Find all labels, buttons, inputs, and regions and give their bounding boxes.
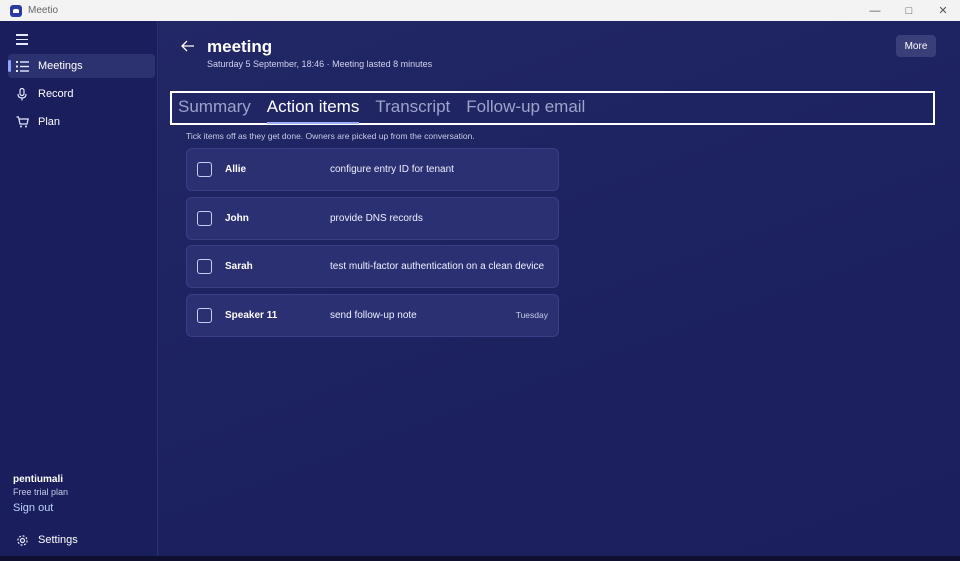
item-checkbox[interactable] bbox=[197, 162, 212, 177]
item-owner: Speaker 11 bbox=[225, 309, 278, 321]
microphone-icon bbox=[15, 87, 29, 101]
item-task: test multi-factor authentication on a cl… bbox=[330, 261, 545, 272]
list-item: Speaker 11 send follow-up note Tuesday bbox=[186, 293, 559, 337]
item-checkbox[interactable] bbox=[197, 259, 212, 274]
sidebar-item-label: Meetings bbox=[38, 60, 83, 72]
window-title: Meetio bbox=[28, 5, 59, 16]
item-task: provide DNS records bbox=[330, 212, 423, 224]
cart-icon bbox=[15, 115, 29, 129]
page-title: meeting bbox=[207, 37, 273, 56]
main-content: meeting Saturday 5 September, 18:46 · Me… bbox=[159, 21, 960, 556]
item-owner: Sarah bbox=[225, 261, 253, 272]
maximize-button[interactable]: □ bbox=[892, 0, 926, 21]
meeting-details: Saturday 5 September, 18:46 · Meeting la… bbox=[207, 59, 433, 69]
sidebar-item-label: Settings bbox=[38, 534, 78, 546]
sidebar: Meetings Record Plan pentiumali Free tri… bbox=[0, 21, 158, 561]
gear-icon bbox=[15, 533, 29, 547]
sign-out-link[interactable]: Sign out bbox=[13, 502, 53, 514]
item-owner: John bbox=[225, 212, 249, 224]
hamburger-menu-icon[interactable] bbox=[16, 34, 28, 45]
window-bottom-edge bbox=[0, 556, 960, 561]
user-name: pentiumali bbox=[13, 474, 64, 485]
sidebar-item-record[interactable]: Record bbox=[8, 82, 155, 106]
app-icon bbox=[10, 4, 22, 17]
list-item: Sarah test multi-factor authentication o… bbox=[186, 245, 559, 288]
user-plan: Free trial plan bbox=[13, 487, 69, 497]
sidebar-item-meetings[interactable]: Meetings bbox=[8, 54, 155, 78]
tab-summary[interactable]: Summary bbox=[178, 97, 251, 120]
close-button[interactable]: ✕ bbox=[926, 0, 960, 21]
user-info: pentiumali Free trial plan bbox=[13, 474, 68, 497]
list-item: Allie configure entry ID for tenant bbox=[186, 148, 559, 191]
item-owner: Allie bbox=[225, 164, 247, 175]
action-items-hint: Tick items off as they get done. Owners … bbox=[186, 131, 475, 141]
minimize-button[interactable]: — bbox=[858, 0, 892, 21]
list-icon bbox=[15, 59, 29, 73]
action-items-list: Allie configure entry ID for tenant John… bbox=[186, 148, 559, 342]
list-item: John provide DNS records bbox=[186, 196, 559, 240]
sidebar-item-label: Plan bbox=[38, 116, 61, 128]
sidebar-item-plan[interactable]: Plan bbox=[8, 110, 155, 134]
item-task: send follow-up note bbox=[330, 309, 417, 321]
item-task: configure entry ID for tenant bbox=[330, 164, 454, 175]
back-arrow-icon[interactable] bbox=[181, 39, 197, 53]
sidebar-item-settings[interactable]: Settings bbox=[8, 528, 155, 552]
item-checkbox[interactable] bbox=[197, 307, 212, 323]
sidebar-item-label: Record bbox=[38, 88, 74, 100]
item-due-date: Tuesday bbox=[515, 310, 548, 320]
tab-transcript[interactable]: Transcript bbox=[375, 97, 450, 120]
item-checkbox[interactable] bbox=[197, 210, 212, 226]
tab-action-items[interactable]: Action items bbox=[266, 97, 359, 124]
more-button[interactable]: More bbox=[896, 35, 936, 57]
title-bar: Meetio — □ ✕ bbox=[0, 0, 960, 21]
tab-follow-up-email[interactable]: Follow-up email bbox=[466, 97, 585, 120]
tab-bar: Summary Action items Transcript Follow-u… bbox=[170, 91, 935, 125]
